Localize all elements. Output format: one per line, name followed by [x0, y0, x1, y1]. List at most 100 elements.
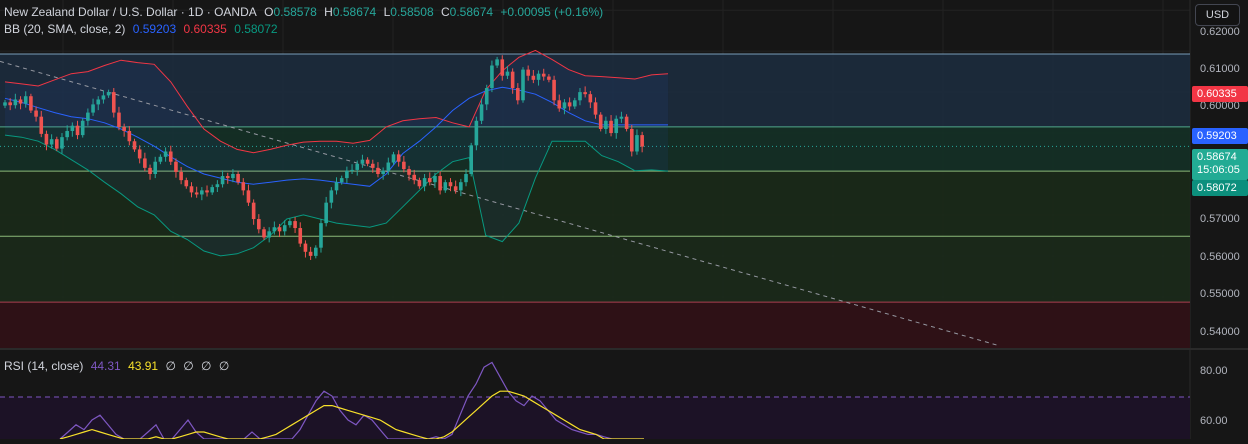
high-value: 0.58674: [332, 5, 377, 19]
candle-body: [184, 180, 189, 187]
axis-tick-0.55: 0.55000: [1200, 288, 1240, 300]
candle-body: [526, 69, 530, 76]
close-label: C: [441, 5, 450, 19]
candle: [29, 93, 33, 113]
candle-body: [531, 75, 536, 80]
candle-body: [101, 95, 106, 100]
candle-body: [360, 159, 365, 164]
change-value: +0.00095 (+0.16%): [500, 5, 604, 19]
candle-body: [516, 88, 520, 101]
candle-body: [308, 251, 313, 256]
candle-body: [205, 190, 209, 193]
rsi-overbought-band: [0, 397, 1190, 439]
candle-body: [3, 102, 7, 106]
candle-body: [453, 186, 458, 191]
candle-body: [407, 169, 411, 175]
candle-body: [117, 112, 121, 127]
candle-body: [293, 221, 297, 229]
candle-body: [168, 151, 173, 162]
candle-body: [381, 170, 385, 174]
candle-body: [55, 139, 59, 149]
candle-body: [640, 135, 644, 147]
rsi-empty-2: ∅: [183, 359, 194, 373]
candle-body: [573, 100, 577, 107]
candle-body: [598, 114, 603, 129]
candle-body: [39, 116, 44, 134]
bb-basis-value: 0.59203: [132, 22, 177, 36]
candle-body: [495, 59, 499, 66]
candle-body: [75, 125, 80, 136]
candle-body: [91, 104, 95, 113]
candle-body: [464, 174, 468, 183]
chart-workspace[interactable]: New Zealand Dollar / U.S. Dollar · 1D · …: [0, 0, 1248, 440]
candle: [319, 219, 323, 253]
candle-body: [288, 221, 292, 226]
bb-upper-price-tag: 0.60335: [1192, 86, 1248, 102]
candle-body: [562, 102, 567, 109]
candle-body: [262, 229, 266, 238]
candle-body: [44, 133, 49, 145]
bb-legend[interactable]: BB (20, SMA, close, 2) 0.59203 0.60335 0…: [4, 22, 282, 36]
candle-body: [241, 182, 246, 191]
candle-body: [339, 178, 344, 183]
support-zone-2: [0, 236, 1190, 303]
bb-lower-price-tag: 0.58072: [1192, 180, 1248, 196]
candle-body: [474, 120, 479, 146]
candle-body: [427, 178, 432, 183]
candle-body: [510, 71, 515, 89]
bb-basis-price-tag: 0.59203: [1192, 128, 1248, 144]
candle: [469, 142, 473, 177]
candle-body: [80, 120, 85, 136]
candle-body: [18, 99, 23, 104]
bb-label[interactable]: BB (20, SMA, close, 2): [4, 22, 125, 36]
candle-body: [267, 231, 271, 238]
candle-body: [391, 154, 396, 163]
candle-body: [443, 182, 448, 191]
candle-body: [479, 104, 484, 121]
candle-body: [86, 112, 90, 121]
rsi-label[interactable]: RSI (14, close): [4, 359, 83, 373]
candle-body: [365, 159, 370, 164]
candle-body: [619, 116, 624, 119]
candle: [521, 67, 525, 103]
candle-body: [231, 174, 235, 179]
candle-body: [220, 176, 225, 185]
candle-body: [303, 243, 308, 252]
rsi-tick-80: 80.00: [1200, 365, 1228, 377]
candle-body: [210, 187, 214, 193]
rsi-ma-value: 43.91: [128, 359, 159, 373]
candle-body: [272, 227, 277, 232]
candle: [598, 112, 603, 132]
candle-body: [583, 92, 587, 95]
candle-body: [505, 71, 510, 76]
candle-body: [122, 126, 126, 132]
candle-body: [34, 110, 38, 117]
bar-countdown: 15:06:05: [1197, 164, 1240, 176]
candle-body: [541, 73, 546, 77]
candle-body: [578, 92, 582, 101]
candle-body: [396, 154, 401, 162]
bb-upper-value: 0.60335: [183, 22, 227, 36]
candle-body: [334, 182, 339, 191]
chart-canvas[interactable]: [0, 0, 1248, 440]
candle-body: [96, 99, 101, 105]
candle-body: [557, 100, 562, 109]
candle-body: [158, 156, 163, 162]
currency-button[interactable]: USD: [1195, 4, 1240, 26]
axis-tick-0.54: 0.54000: [1200, 326, 1240, 338]
candle-body: [370, 163, 375, 168]
open-value: 0.58578: [273, 5, 317, 19]
symbol-title[interactable]: New Zealand Dollar / U.S. Dollar · 1D · …: [4, 5, 257, 19]
rsi-legend[interactable]: RSI (14, close) 44.31 43.91 ∅ ∅ ∅ ∅: [4, 359, 233, 373]
candle-body: [614, 118, 619, 134]
candle-body: [624, 116, 629, 129]
candle-body: [13, 99, 18, 106]
axis-tick-0.62: 0.62000: [1200, 26, 1240, 38]
candle-body: [163, 151, 168, 157]
candle-body: [324, 202, 328, 224]
candle: [80, 118, 85, 138]
candle-body: [111, 92, 116, 113]
candle-body: [469, 145, 473, 174]
candle-body: [194, 192, 199, 195]
candle-body: [60, 137, 64, 149]
